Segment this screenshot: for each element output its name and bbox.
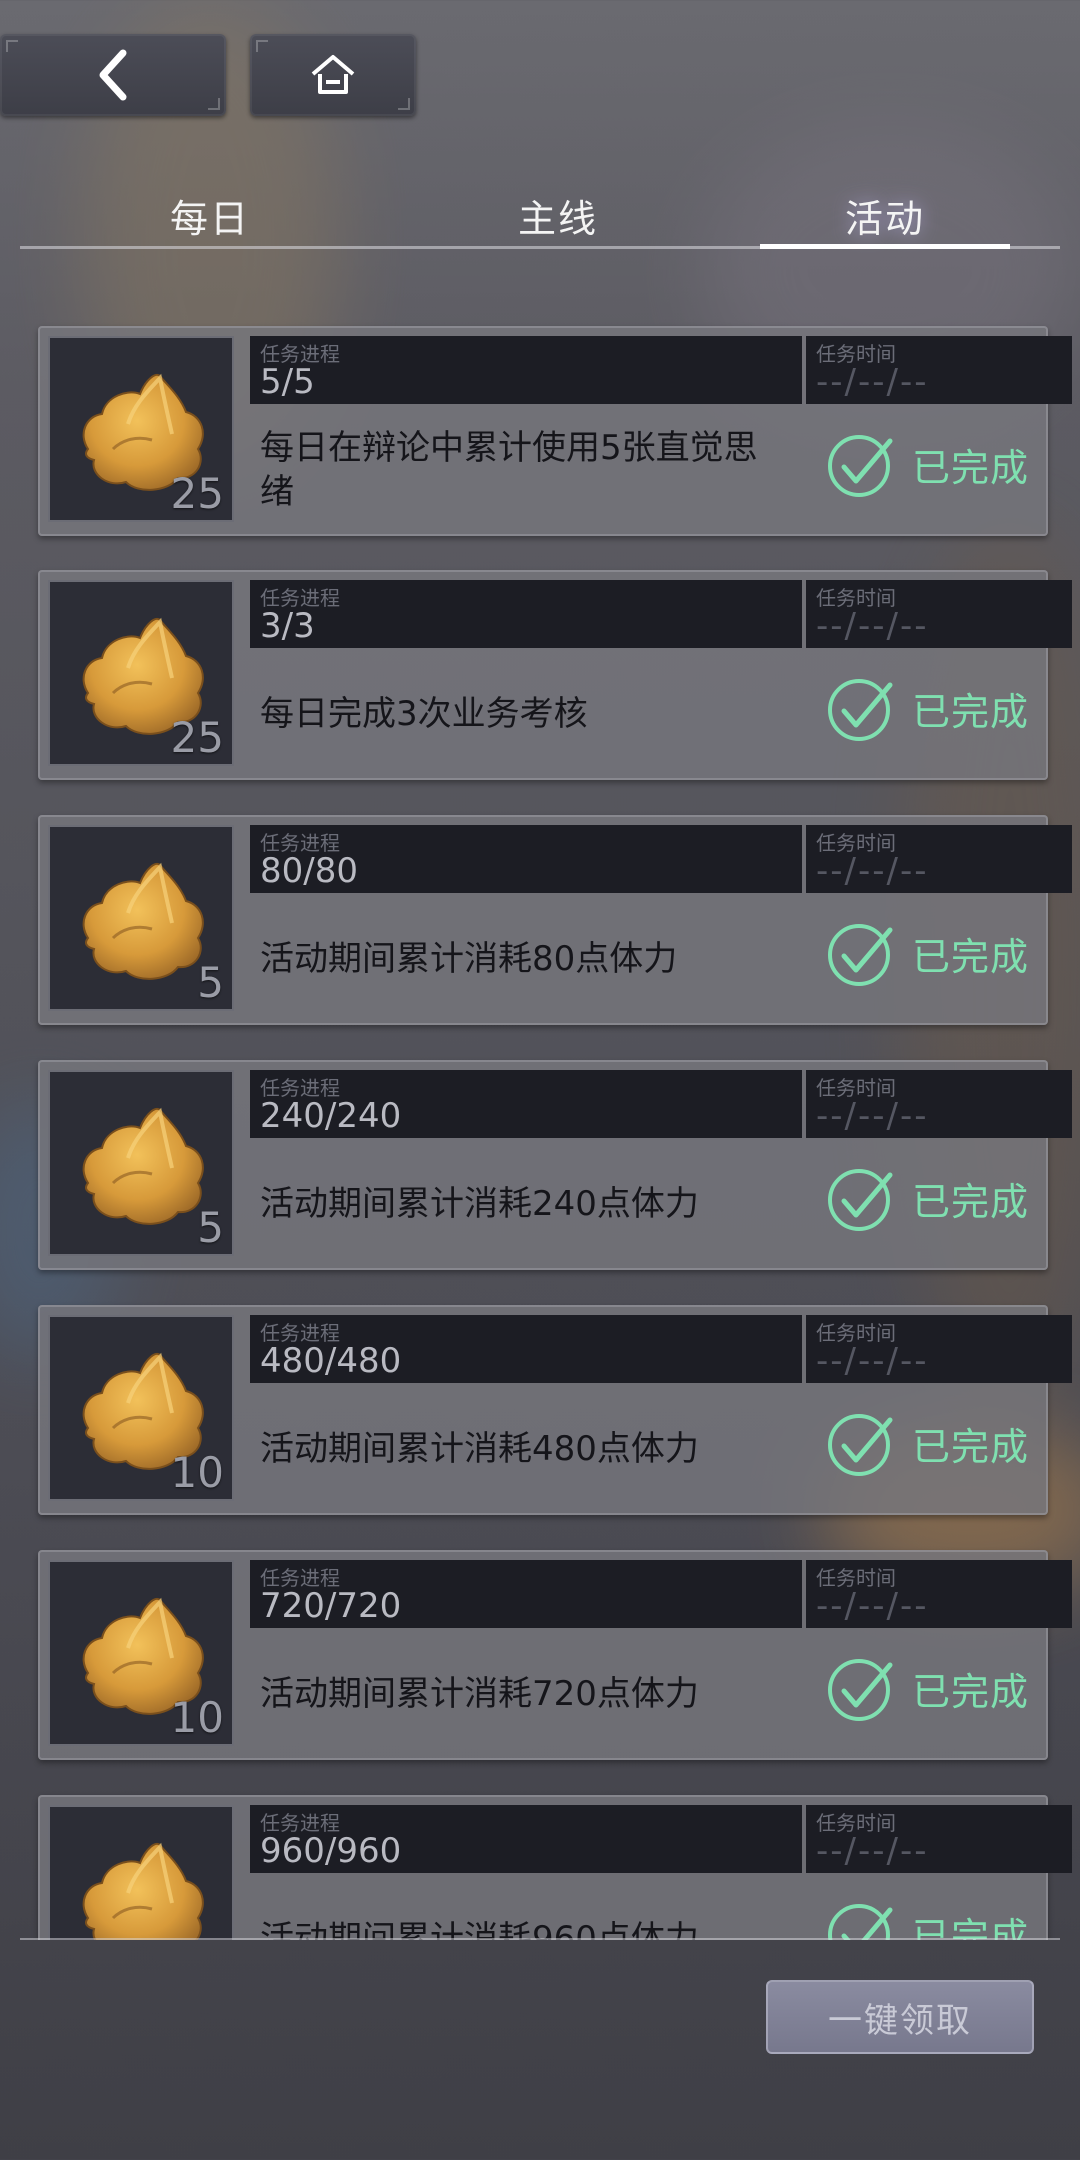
time-value: --/--/-- <box>816 1341 929 1381</box>
status-text: 已完成 <box>912 689 1030 734</box>
reward-count: 5 <box>197 1203 224 1252</box>
task-description: 活动期间累计消耗480点体力 <box>260 1429 699 1469</box>
status-text: 已完成 <box>912 1179 1030 1224</box>
progress-value: 480/480 <box>260 1341 402 1381</box>
check-circle-icon <box>828 679 893 741</box>
task-row: 5 任务进程 240/240 任务时间 --/--/-- 活动期间累计消耗240… <box>38 1060 1072 1270</box>
progress-value: 720/720 <box>260 1586 402 1626</box>
reward-item[interactable]: 25 <box>48 580 234 766</box>
status-badge: 已完成 <box>826 1895 1066 1940</box>
progress-value: 3/3 <box>260 606 315 646</box>
cookie-icon <box>82 1842 204 1940</box>
task-list[interactable]: 25 任务进程 5/5 任务时间 --/--/-- 每日在辩论中累计使用5张直觉… <box>0 320 1080 1940</box>
progress-value: 80/80 <box>260 851 358 891</box>
check-circle-icon <box>828 1904 893 1940</box>
time-panel: 任务时间 --/--/-- <box>806 825 1072 893</box>
check-circle-icon <box>828 924 893 986</box>
tab-main[interactable]: 主线 <box>433 185 683 246</box>
reward-item[interactable]: 5 <box>48 825 234 1011</box>
time-panel: 任务时间 --/--/-- <box>806 1560 1072 1628</box>
tab-bar: 每日 主线 活动 <box>20 185 1060 249</box>
progress-value: 5/5 <box>260 362 315 402</box>
task-row: 5 任务进程 80/80 任务时间 --/--/-- 活动期间累计消耗80点体力… <box>38 815 1072 1025</box>
bottom-divider <box>20 1938 1060 1940</box>
time-panel: 任务时间 --/--/-- <box>806 1070 1072 1138</box>
progress-panel: 任务进程 480/480 <box>250 1315 802 1383</box>
time-value: --/--/-- <box>816 1831 929 1871</box>
reward-count: 5 <box>197 958 224 1007</box>
reward-count: 25 <box>170 469 224 518</box>
check-circle-icon <box>828 435 893 497</box>
reward-item[interactable]: 25 <box>48 336 234 522</box>
task-description: 活动期间累计消耗240点体力 <box>260 1184 699 1224</box>
progress-panel: 任务进程 240/240 <box>250 1070 802 1138</box>
reward-item[interactable]: 10 <box>48 1315 234 1501</box>
reward-count: 25 <box>170 713 224 762</box>
progress-value: 240/240 <box>260 1096 402 1136</box>
chevron-left-icon <box>99 49 127 101</box>
task-description: 活动期间累计消耗720点体力 <box>260 1674 699 1714</box>
cookie-icon <box>82 862 204 980</box>
progress-panel: 任务进程 80/80 <box>250 825 802 893</box>
time-value: --/--/-- <box>816 606 929 646</box>
task-row: 10 任务进程 480/480 任务时间 --/--/-- 活动期间累计消耗48… <box>38 1305 1072 1515</box>
task-description: 每日完成3次业务考核 <box>260 694 588 734</box>
status-text: 已完成 <box>912 445 1030 490</box>
status-text: 已完成 <box>912 1669 1030 1714</box>
status-text: 已完成 <box>912 1424 1030 1469</box>
task-description: 活动期间累计消耗80点体力 <box>260 939 678 979</box>
reward-count: 10 <box>170 1693 224 1742</box>
check-circle-icon <box>828 1169 893 1231</box>
status-badge: 已完成 <box>826 1160 1066 1236</box>
reward-item[interactable] <box>48 1805 234 1940</box>
task-row: 任务进程 960/960 任务时间 --/--/-- 活动期间累计消耗960点体… <box>38 1795 1072 1940</box>
task-description: 活动期间累计消耗960点体力 <box>260 1919 699 1940</box>
progress-panel: 任务进程 960/960 <box>250 1805 802 1873</box>
home-button[interactable] <box>250 34 416 116</box>
reward-item[interactable]: 10 <box>48 1560 234 1746</box>
home-icon <box>311 55 355 94</box>
time-panel: 任务时间 --/--/-- <box>806 580 1072 648</box>
progress-panel: 任务进程 720/720 <box>250 1560 802 1628</box>
status-text: 已完成 <box>912 934 1030 979</box>
time-value: --/--/-- <box>816 1586 929 1626</box>
check-circle-icon <box>828 1414 893 1476</box>
progress-panel: 任务进程 3/3 <box>250 580 802 648</box>
time-value: --/--/-- <box>816 362 929 402</box>
progress-value: 960/960 <box>260 1831 402 1871</box>
status-badge: 已完成 <box>826 426 1066 502</box>
check-circle-icon <box>828 1659 893 1721</box>
time-value: --/--/-- <box>816 851 929 891</box>
reward-count: 10 <box>170 1448 224 1497</box>
time-value: --/--/-- <box>816 1096 929 1136</box>
tab-event[interactable]: 活动 <box>760 185 1010 249</box>
task-description: 每日在辩论中累计使用5张直觉思绪 <box>260 428 758 512</box>
status-badge: 已完成 <box>826 915 1066 991</box>
status-text: 已完成 <box>912 1914 1030 1941</box>
time-panel: 任务时间 --/--/-- <box>806 1315 1072 1383</box>
status-badge: 已完成 <box>826 1650 1066 1726</box>
time-panel: 任务时间 --/--/-- <box>806 336 1072 404</box>
cookie-icon <box>82 1107 204 1225</box>
back-button[interactable] <box>0 34 226 116</box>
time-panel: 任务时间 --/--/-- <box>806 1805 1072 1873</box>
status-badge: 已完成 <box>826 1405 1066 1481</box>
claim-all-button[interactable]: 一键领取 <box>766 1980 1034 2054</box>
tab-daily[interactable]: 每日 <box>85 185 335 246</box>
task-row: 10 任务进程 720/720 任务时间 --/--/-- 活动期间累计消耗72… <box>38 1550 1072 1760</box>
progress-panel: 任务进程 5/5 <box>250 336 802 404</box>
task-row: 25 任务进程 5/5 任务时间 --/--/-- 每日在辩论中累计使用5张直觉… <box>38 326 1072 536</box>
status-badge: 已完成 <box>826 670 1066 746</box>
task-row: 25 任务进程 3/3 任务时间 --/--/-- 每日完成3次业务考核 已完成 <box>38 570 1072 780</box>
reward-item[interactable]: 5 <box>48 1070 234 1256</box>
